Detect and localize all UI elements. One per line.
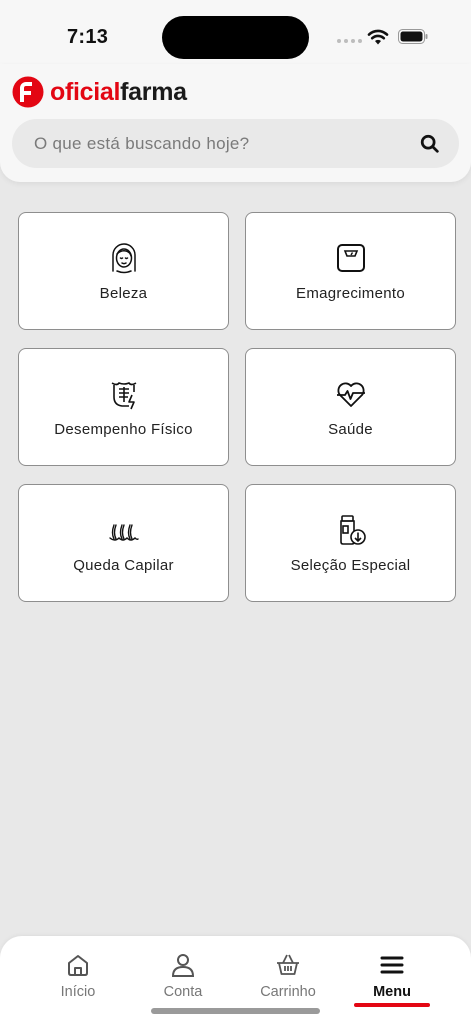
signal-icon xyxy=(337,39,362,43)
home-icon xyxy=(68,955,88,976)
pill-bottle-icon xyxy=(339,514,366,545)
category-desempenho-fisico[interactable]: Desempenho Físico xyxy=(18,348,229,466)
search-bar[interactable]: O que está buscando hoje? xyxy=(12,119,459,168)
category-label: Beleza xyxy=(99,284,148,302)
scale-icon xyxy=(336,243,365,272)
nav-label: Início xyxy=(60,984,96,1000)
category-emagrecimento[interactable]: Emagrecimento xyxy=(245,212,456,330)
header: oficialfarma O que está buscando hoje? xyxy=(0,64,471,182)
nav-label: Menu xyxy=(373,984,411,1000)
status-bar: 7:13 xyxy=(0,0,471,64)
nav-menu[interactable]: Menu xyxy=(337,936,447,1024)
brand-mark-icon xyxy=(12,76,44,108)
nav-label: Carrinho xyxy=(260,984,316,1000)
category-label: Queda Capilar xyxy=(73,556,174,574)
menu-icon xyxy=(380,956,404,974)
category-label: Desempenho Físico xyxy=(54,420,193,438)
category-beleza[interactable]: Beleza xyxy=(18,212,229,330)
battery-icon xyxy=(398,29,428,44)
category-saude[interactable]: Saúde xyxy=(245,348,456,466)
wifi-icon xyxy=(367,29,389,45)
user-icon xyxy=(171,954,195,977)
face-icon xyxy=(111,242,136,273)
brand-part2: farma xyxy=(120,78,187,106)
search-icon[interactable] xyxy=(419,133,441,155)
dynamic-island xyxy=(162,16,309,59)
category-grid: Beleza Emagrecimento Desempenho Físico S… xyxy=(18,212,456,602)
brand-part1: oficial xyxy=(50,78,121,106)
status-time: 7:13 xyxy=(67,26,109,48)
brand-wordmark: oficialfarma xyxy=(50,76,187,108)
search-input[interactable]: O que está buscando hoje? xyxy=(34,134,419,154)
category-label: Saúde xyxy=(328,420,373,438)
muscle-icon xyxy=(111,381,136,409)
category-selecao-especial[interactable]: Seleção Especial xyxy=(245,484,456,602)
heart-pulse-icon xyxy=(336,382,365,407)
active-tab-indicator xyxy=(354,1003,430,1007)
nav-label: Conta xyxy=(163,984,203,1000)
hair-icon xyxy=(108,523,139,541)
home-indicator[interactable] xyxy=(151,1008,320,1014)
basket-icon xyxy=(277,954,299,975)
category-label: Seleção Especial xyxy=(290,556,411,574)
brand-logo[interactable]: oficialfarma xyxy=(12,76,187,108)
category-label: Emagrecimento xyxy=(296,284,405,302)
nav-inicio[interactable]: Início xyxy=(23,936,133,1024)
category-queda-capilar[interactable]: Queda Capilar xyxy=(18,484,229,602)
